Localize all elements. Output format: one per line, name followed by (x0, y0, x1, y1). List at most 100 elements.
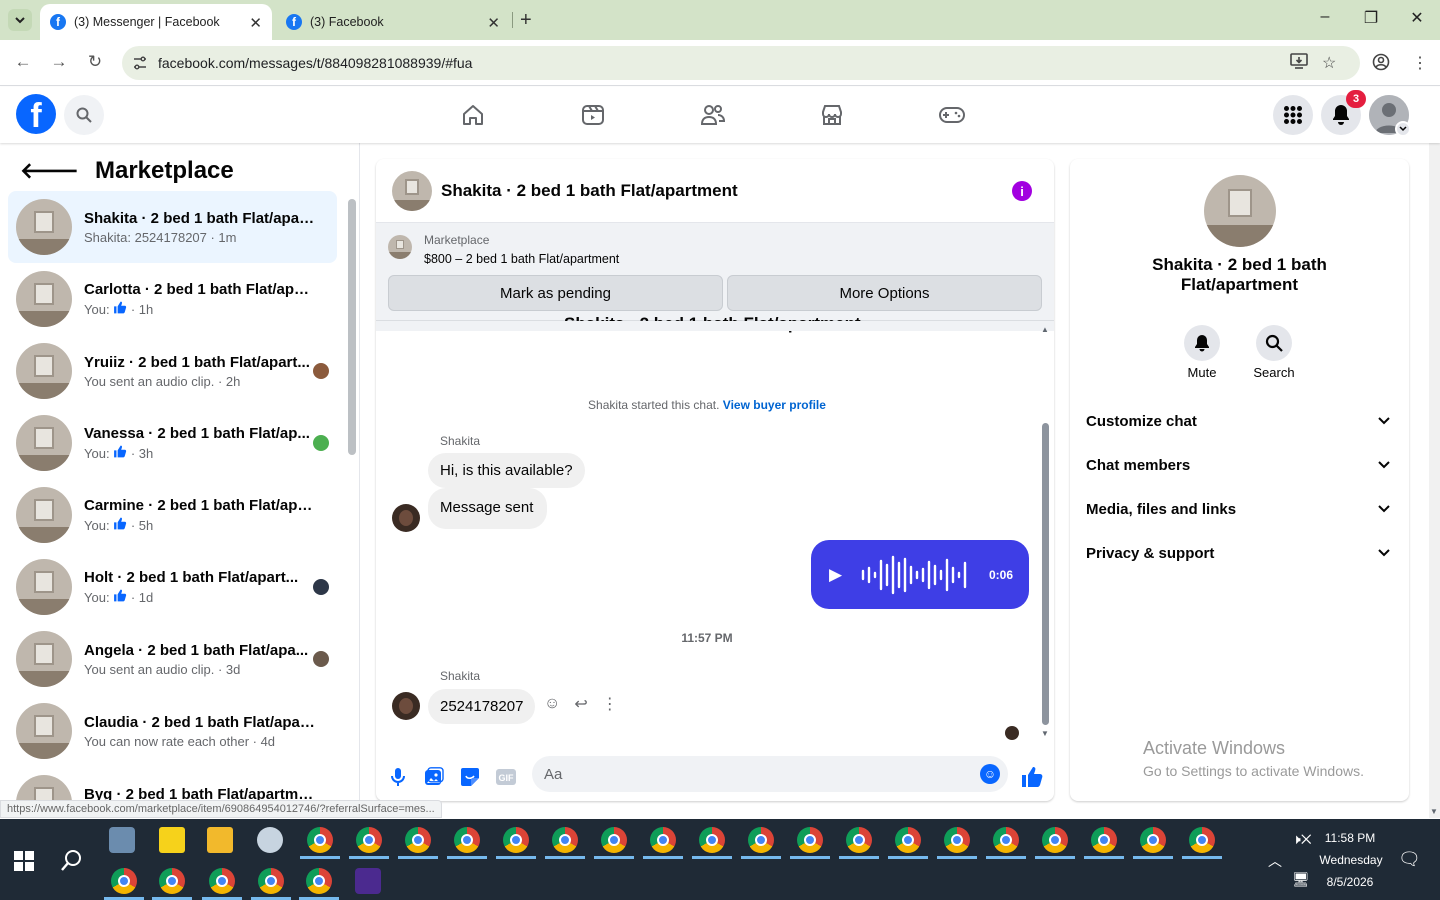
conversation-row[interactable]: Shakita · 2 bed 1 bath Flat/apart... Shak… (8, 191, 337, 263)
reply-icon[interactable]: ↩ (574, 694, 587, 714)
photo-icon[interactable] (422, 765, 446, 789)
listing-thumbnail[interactable] (388, 235, 412, 259)
audio-message[interactable]: ▶ 0:06 (811, 540, 1029, 609)
app-icon[interactable] (355, 868, 381, 894)
chrome-icon[interactable] (699, 827, 725, 853)
chrome-icon[interactable] (650, 827, 676, 853)
facebook-logo[interactable]: f (16, 94, 56, 134)
react-emoji-icon[interactable]: ☺ (544, 695, 560, 713)
close-tab-icon[interactable]: ✕ (487, 14, 500, 32)
notification-center-icon[interactable]: 🗨 (1398, 849, 1421, 870)
file-explorer-icon[interactable] (207, 827, 233, 853)
nav-gaming[interactable] (934, 97, 970, 133)
nav-home[interactable] (455, 97, 491, 133)
mark-as-pending-button[interactable]: Mark as pending (388, 275, 723, 311)
chrome-icon[interactable] (1189, 827, 1215, 853)
tab-facebook[interactable]: f (3) Facebook ✕ (276, 4, 510, 40)
play-icon[interactable]: ▶ (829, 565, 849, 585)
message-input[interactable]: Aa ☺ (532, 756, 1008, 792)
gif-icon[interactable]: GIF (494, 765, 518, 789)
chrome-icon[interactable] (1091, 827, 1117, 853)
chrome-icon[interactable] (503, 827, 529, 853)
paint-icon[interactable] (257, 827, 283, 853)
message-bubble[interactable]: Hi, is this available? (428, 453, 585, 488)
chrome-icon[interactable] (846, 827, 872, 853)
chrome-icon[interactable] (258, 868, 284, 894)
nav-video[interactable] (575, 97, 611, 133)
conversation-row[interactable]: Holt · 2 bed 1 bath Flat/apart... You: · … (8, 551, 337, 623)
chrome-icon[interactable] (895, 827, 921, 853)
chrome-icon[interactable] (552, 827, 578, 853)
listing-avatar[interactable] (1204, 175, 1276, 247)
chrome-icon[interactable] (306, 868, 332, 894)
search-in-chat-button[interactable] (1256, 325, 1292, 361)
microphone-icon[interactable] (386, 765, 410, 789)
info-icon[interactable]: i (1012, 181, 1032, 201)
message-bubble[interactable]: Message sent (428, 488, 548, 529)
network-icon[interactable]: 🖥 (1292, 871, 1310, 888)
chrome-icon[interactable] (454, 827, 480, 853)
emoji-icon[interactable]: ☺ (980, 764, 1000, 784)
privacy-support-section[interactable]: Privacy & support (1086, 531, 1394, 575)
profile-icon[interactable] (1372, 53, 1390, 76)
new-tab-button[interactable]: + (520, 9, 532, 32)
view-buyer-profile-link[interactable]: View buyer profile (723, 398, 826, 412)
chrome-icon[interactable] (601, 827, 627, 853)
scroll-up-arrow-icon[interactable]: ▲ (1041, 325, 1049, 334)
taskbar-search-icon[interactable] (60, 848, 84, 877)
chat-members-section[interactable]: Chat members (1086, 443, 1394, 487)
more-options-button[interactable]: More Options (727, 275, 1042, 311)
nav-friends[interactable] (695, 97, 731, 133)
sticky-notes-icon[interactable] (159, 827, 185, 853)
maximize-button[interactable]: ❐ (1356, 8, 1386, 28)
chrome-icon[interactable] (356, 827, 382, 853)
chrome-icon[interactable] (209, 868, 235, 894)
tray-overflow-icon[interactable]: ︿ (1268, 851, 1282, 871)
clock-date[interactable]: 8/5/2026 (1318, 875, 1382, 889)
menu-button[interactable] (1273, 95, 1313, 135)
scroll-down-arrow-icon[interactable]: ▼ (1430, 807, 1438, 816)
sender-avatar[interactable] (392, 504, 420, 532)
bookmark-star-icon[interactable]: ☆ (1322, 53, 1336, 73)
conversation-row[interactable]: Vanessa · 2 bed 1 bath Flat/ap... You: · … (8, 407, 337, 479)
windows-start-icon[interactable] (14, 851, 34, 876)
minimize-button[interactable]: – (1310, 8, 1340, 26)
chat-scrollbar[interactable] (1042, 423, 1049, 725)
tab-search-dropdown[interactable] (8, 9, 32, 31)
back-button[interactable]: ← (12, 52, 34, 72)
facebook-search-button[interactable] (64, 95, 104, 135)
chat-thumbnail[interactable] (392, 170, 432, 211)
sidebar-scrollbar[interactable] (348, 199, 356, 455)
sender-avatar[interactable] (392, 692, 420, 720)
install-app-icon[interactable] (1290, 53, 1308, 74)
url-bar[interactable]: facebook.com/messages/t/884098281088939/… (122, 46, 1360, 80)
reload-button[interactable]: ↻ (84, 52, 106, 72)
app-icon[interactable] (109, 827, 135, 853)
scroll-down-arrow-icon[interactable]: ▼ (1041, 729, 1049, 738)
listing-price-title[interactable]: $800 – 2 bed 1 bath Flat/apartment (424, 252, 619, 266)
conversation-row[interactable]: Angela · 2 bed 1 bath Flat/apa... You sen… (8, 623, 337, 695)
chrome-icon[interactable] (405, 827, 431, 853)
conversation-row[interactable]: Carlotta · 2 bed 1 bath Flat/apart... You… (8, 263, 337, 335)
clock-day[interactable]: Wednesday (1316, 853, 1386, 867)
conversation-row[interactable]: Carmine · 2 bed 1 bath Flat/apar... You: … (8, 479, 337, 551)
close-tab-icon[interactable]: ✕ (249, 14, 262, 32)
tab-messenger[interactable]: f (3) Messenger | Facebook ✕ (40, 4, 272, 40)
forward-button[interactable]: → (48, 52, 70, 72)
chat-title[interactable]: Shakita · 2 bed 1 bath Flat/apartment (441, 181, 738, 201)
volume-muted-icon[interactable]: 🕨✕ (1292, 831, 1312, 848)
site-info-icon[interactable] (132, 55, 148, 71)
back-arrow-icon[interactable]: 🡐 (20, 158, 79, 184)
close-window-button[interactable]: ✕ (1402, 8, 1432, 28)
nav-marketplace[interactable] (814, 97, 850, 133)
conversation-row[interactable]: Claudia · 2 bed 1 bath Flat/apart... You … (8, 695, 337, 767)
chrome-icon[interactable] (797, 827, 823, 853)
media-files-links-section[interactable]: Media, files and links (1086, 487, 1394, 531)
page-scrollbar[interactable]: ▼ (1429, 143, 1440, 818)
chrome-icon[interactable] (159, 868, 185, 894)
mute-button[interactable] (1184, 325, 1220, 361)
chrome-icon[interactable] (748, 827, 774, 853)
chrome-icon[interactable] (1042, 827, 1068, 853)
chrome-icon[interactable] (111, 868, 137, 894)
conversation-row[interactable]: Yruiiz · 2 bed 1 bath Flat/apart... You s… (8, 335, 337, 407)
